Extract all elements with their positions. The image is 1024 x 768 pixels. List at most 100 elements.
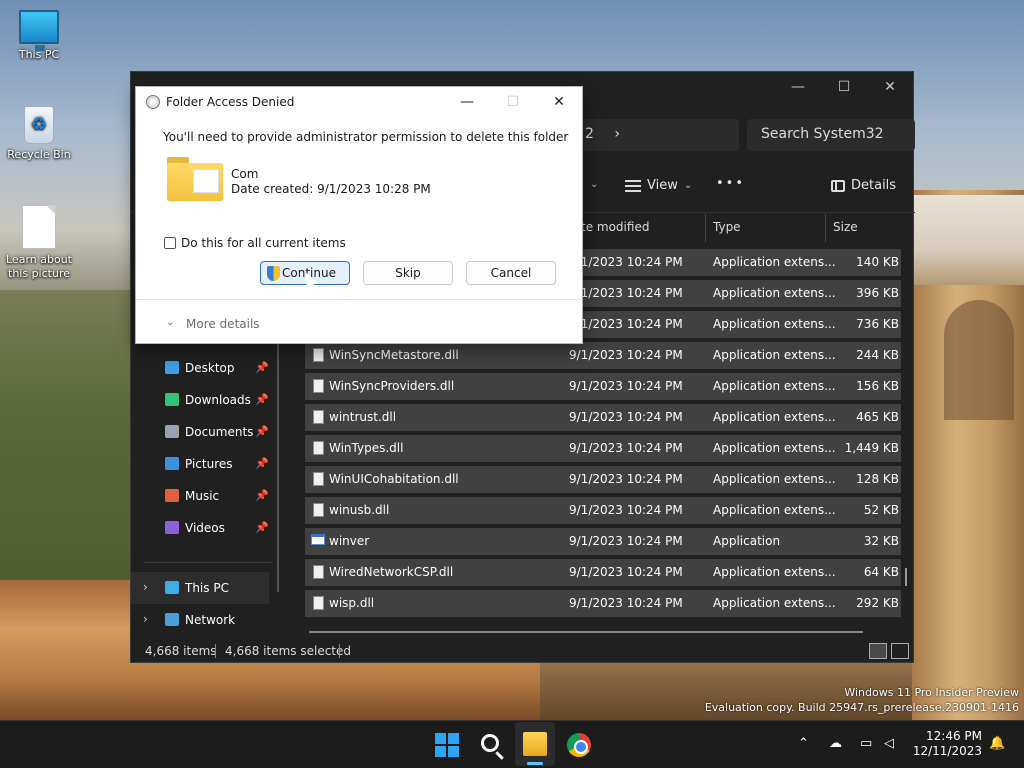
horizontal-scrollbar-thumb[interactable] [309,631,863,633]
status-separator [339,644,340,658]
file-size: 32 KB [863,534,899,548]
close-button[interactable]: ✕ [867,72,913,102]
vertical-scrollbar-thumb[interactable] [905,568,907,586]
chevron-right-icon[interactable]: › [143,612,148,626]
wallpaper-valley [0,290,135,590]
file-type: Application extens... [713,317,836,331]
nav-item-downloads[interactable]: Downloads 📌 [131,384,271,416]
table-row[interactable]: wintrust.dll 9/1/2023 10:24 PM Application… [305,402,901,433]
apply-to-all-label[interactable]: Do this for all current items [181,236,346,250]
desktop-icon-this-pc[interactable]: This PC [0,10,78,62]
file-size: 128 KB [856,472,899,486]
file-date: 9/1/2023 10:24 PM [569,317,683,331]
status-separator [215,644,216,658]
details-view-button[interactable] [869,643,887,659]
computer-icon [165,581,179,594]
column-size[interactable]: Size [833,220,858,234]
column-type[interactable]: Type [713,220,741,234]
large-icons-view-button[interactable] [891,643,909,659]
table-row[interactable]: WiredNetworkCSP.dll 9/1/2023 10:24 PM Appl… [305,557,901,588]
column-date-modified[interactable]: te modified [581,220,649,234]
file-size: 396 KB [856,286,899,300]
close-button[interactable]: ✕ [536,87,582,117]
nav-item-desktop[interactable]: Desktop 📌 [131,352,271,384]
file-name: WinTypes.dll [329,441,404,455]
skip-button[interactable]: Skip [363,261,453,285]
dll-file-icon [313,596,324,610]
volume-icon[interactable]: ◁ [884,736,894,751]
search-input[interactable]: Search System32 [747,119,915,151]
file-size: 292 KB [856,596,899,610]
recycle-bin-icon: ♻ [24,106,54,144]
details-pane-button[interactable]: Details [831,178,896,193]
chevron-right-icon[interactable]: › [614,126,620,142]
pin-icon[interactable]: 📌 [255,393,269,406]
start-button[interactable] [435,733,459,757]
apply-to-all-checkbox[interactable] [164,237,176,249]
folder-icon [167,157,223,201]
chevron-right-icon[interactable]: › [143,580,148,594]
view-button[interactable]: View ⌄ [625,178,692,193]
desktop-icon-learn-about-picture[interactable]: Learn about this picture [0,205,78,281]
table-row[interactable]: wisp.dll 9/1/2023 10:24 PM Application ext… [305,588,901,619]
table-row[interactable]: winver 9/1/2023 10:24 PM Application 32 KB [305,526,901,557]
dialog-titlebar[interactable]: Folder Access Denied — ☐ ✕ [136,87,582,117]
network-icon[interactable]: ▭ [860,736,872,751]
file-explorer-icon[interactable] [523,732,547,756]
nav-item-videos[interactable]: Videos 📌 [131,512,271,544]
pin-icon[interactable]: 📌 [255,489,269,502]
nav-item-documents[interactable]: Documents 📌 [131,416,271,448]
more-details-toggle[interactable]: ⌄ More details [136,299,582,343]
pin-icon[interactable]: 📌 [255,457,269,470]
folder-access-denied-dialog: Folder Access Denied — ☐ ✕ You'll need t… [135,86,583,344]
nav-label: Desktop [185,361,235,375]
more-options-icon: ••• [716,176,746,191]
pin-icon[interactable]: 📌 [255,361,269,374]
pin-icon[interactable]: 📌 [255,521,269,534]
file-name: winver [329,534,370,548]
folder-name: Com [231,167,259,181]
file-date: 9/1/2023 10:24 PM [569,286,683,300]
column-separator[interactable] [825,214,826,242]
cancel-button[interactable]: Cancel [466,261,556,285]
onedrive-icon[interactable]: ☁ [829,736,842,751]
dll-file-icon [313,472,324,486]
chevron-up-icon[interactable]: ⌃ [798,736,809,751]
file-size: 244 KB [856,348,899,362]
dll-file-icon [313,410,324,424]
table-row[interactable]: WinTypes.dll 9/1/2023 10:24 PM Application… [305,433,901,464]
more-options-button[interactable]: ••• [716,176,745,191]
maximize-button[interactable]: ☐ [821,72,867,102]
document-icon [22,205,56,249]
dialog-app-icon [146,95,160,109]
nav-item-this-pc[interactable]: › This PC [131,572,269,604]
desktop-icon-label: Recycle Bin [7,148,71,161]
nav-item-pictures[interactable]: Pictures 📌 [131,448,271,480]
address-bar[interactable]: 2 › [581,119,739,151]
clock-date: 12/11/2023 [912,744,982,758]
address-segment[interactable]: 2 [585,126,594,142]
desktop-icon-recycle-bin[interactable]: ♻ Recycle Bin [0,106,78,162]
file-date: 9/1/2023 10:24 PM [569,596,683,610]
notification-bell-icon[interactable]: 🔔 [989,736,1005,751]
file-date: 9/1/2023 10:24 PM [569,379,683,393]
pin-icon[interactable]: 📌 [255,425,269,438]
minimize-button[interactable]: — [775,72,821,102]
table-row[interactable]: WinSyncProviders.dll 9/1/2023 10:24 PM App… [305,371,901,402]
file-name: wisp.dll [329,596,375,610]
skip-label: Skip [395,266,421,280]
table-row[interactable]: WinUICohabitation.dll 9/1/2023 10:24 PM Ap… [305,464,901,495]
file-date: 9/1/2023 10:24 PM [569,410,683,424]
search-icon[interactable] [481,734,499,752]
table-row[interactable]: winusb.dll 9/1/2023 10:24 PM Application e… [305,495,901,526]
file-name: WinSyncMetastore.dll [329,348,459,362]
minimize-button[interactable]: — [444,87,490,117]
chrome-icon[interactable] [567,733,591,757]
clock[interactable]: 12:46 PM 12/11/2023 [912,729,982,759]
nav-item-network[interactable]: › Network [131,604,269,636]
column-separator[interactable] [705,214,706,242]
nav-item-music[interactable]: Music 📌 [131,480,271,512]
file-name: WinUICohabitation.dll [329,472,459,486]
table-row[interactable]: WinSyncMetastore.dll 9/1/2023 10:24 PM App… [305,340,901,371]
chevron-down-icon[interactable]: ⌄ [590,179,598,190]
